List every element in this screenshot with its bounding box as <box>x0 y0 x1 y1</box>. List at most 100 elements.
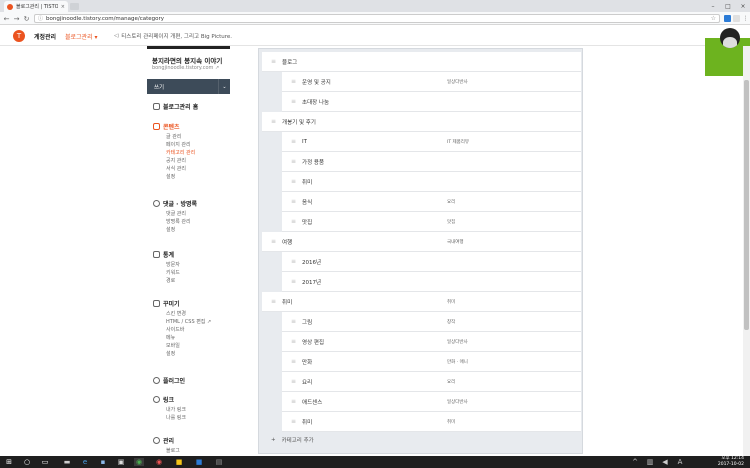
menu-icon[interactable]: ⋮ <box>741 14 750 23</box>
sidebar-item-contents-settings[interactable]: 설정 <box>166 173 175 180</box>
blog-name[interactable]: 봉지라면의 봉지속 이야기 <box>152 55 222 65</box>
subcategory-row[interactable]: ≡ 2016년 <box>282 252 581 272</box>
kakaotalk-icon[interactable]: ■ <box>174 458 184 466</box>
task-view-icon[interactable]: ▭ <box>40 458 50 466</box>
new-tab-button[interactable] <box>70 3 79 10</box>
sidebar-item-comment-manage[interactable]: 댓글 관리 <box>166 210 186 217</box>
subcategory-row[interactable]: ≡ 가정 용품 <box>282 152 581 172</box>
sidebar-item-blog[interactable]: 블로그 <box>166 447 180 454</box>
sidebar-item-page-manage[interactable]: 페이지 관리 <box>166 141 191 148</box>
sidebar-stats[interactable]: 통계 <box>153 250 174 259</box>
scrollbar-thumb[interactable] <box>744 80 749 330</box>
subcategory-row[interactable]: ≡ 맛집 맛집 <box>282 212 581 232</box>
sidebar-admin[interactable]: 관리 <box>153 436 174 445</box>
drag-handle-icon[interactable]: ≡ <box>291 158 296 165</box>
bookmark-star-icon[interactable]: ☆ <box>711 15 716 22</box>
drag-handle-icon[interactable]: ≡ <box>291 138 296 145</box>
subcategory-row[interactable]: ≡ 애드센스 일상다반사 <box>282 392 581 412</box>
drag-handle-icon[interactable]: ≡ <box>291 358 296 365</box>
sidebar-item-html-css[interactable]: HTML / CSS 편집 ↗ <box>166 318 211 325</box>
tab-close-icon[interactable]: × <box>61 4 68 10</box>
drag-handle-icon[interactable]: ≡ <box>271 298 276 305</box>
sidebar-item-comment-settings[interactable]: 설정 <box>166 226 175 233</box>
sidebar-item-menu[interactable]: 메뉴 <box>166 334 175 341</box>
avatar[interactable] <box>720 28 740 48</box>
browser-tab[interactable]: 블로그관리 | TISTORY × <box>4 1 68 12</box>
volume-icon[interactable]: ◀ <box>660 458 670 466</box>
drag-handle-icon[interactable]: ≡ <box>291 78 296 85</box>
store-icon[interactable]: ▪ <box>98 458 108 466</box>
sidebar-item-decorate-settings[interactable]: 설정 <box>166 350 175 357</box>
drag-handle-icon[interactable]: ≡ <box>291 378 296 385</box>
drag-handle-icon[interactable]: ≡ <box>271 58 276 65</box>
edge-icon[interactable]: e <box>80 458 90 466</box>
close-window-button[interactable]: × <box>736 0 750 12</box>
sidebar-item-skin[interactable]: 스킨 변경 <box>166 310 186 317</box>
clock[interactable]: 오후 12:14 2017-10-02 <box>710 456 744 468</box>
forward-icon[interactable]: → <box>12 14 21 23</box>
sidebar-item-sidebar[interactable]: 사이드바 <box>166 326 184 333</box>
drag-handle-icon[interactable]: ≡ <box>291 338 296 345</box>
maximize-button[interactable]: □ <box>721 0 735 12</box>
drag-handle-icon[interactable]: ≡ <box>291 418 296 425</box>
sidebar-item-notice-manage[interactable]: 공지 관리 <box>166 157 186 164</box>
drag-handle-icon[interactable]: ≡ <box>291 278 296 285</box>
drag-handle-icon[interactable]: ≡ <box>291 218 296 225</box>
drag-handle-icon[interactable]: ≡ <box>291 398 296 405</box>
subcategory-row[interactable]: ≡ 영상 편집 일상다반사 <box>282 332 581 352</box>
app-icon[interactable]: ◉ <box>154 458 164 466</box>
drag-handle-icon[interactable]: ≡ <box>271 238 276 245</box>
subcategory-row[interactable]: ≡ 음식 요리 <box>282 192 581 212</box>
drag-handle-icon[interactable]: ≡ <box>291 178 296 185</box>
url-input[interactable]: ⓘ bongjinoodle.tistory.com/manage/catego… <box>34 14 720 23</box>
drag-handle-icon[interactable]: ≡ <box>291 318 296 325</box>
sidebar-item-visitors[interactable]: 방문자 <box>166 261 180 268</box>
tray-icon[interactable]: ^ <box>630 458 640 466</box>
sidebar-item-guestbook-manage[interactable]: 방명록 관리 <box>166 218 191 225</box>
subcategory-row[interactable]: ≡ 요리 요리 <box>282 372 581 392</box>
sidebar-item-links-to-me[interactable]: 나를 링크 <box>166 414 186 421</box>
subcategory-row[interactable]: ≡ 초대장 나눔 <box>282 92 581 112</box>
add-category-button[interactable]: + 카테고리 추가 <box>262 430 581 450</box>
minimize-button[interactable]: – <box>706 0 720 12</box>
search-icon[interactable]: ○ <box>22 458 32 466</box>
subcategory-row[interactable]: ≡ 만화 만화 · 애니 <box>282 352 581 372</box>
sidebar-link[interactable]: 링크 <box>153 395 174 404</box>
sidebar-item-my-links[interactable]: 내가 링크 <box>166 406 186 413</box>
drag-handle-icon[interactable]: ≡ <box>291 198 296 205</box>
notice-banner[interactable]: ◁ 티스토리 관리페이지 개편, 그리고 Big Picture. <box>114 32 232 40</box>
sidebar-decorate[interactable]: 꾸미기 <box>153 299 180 308</box>
sidebar-item-template-manage[interactable]: 서식 관리 <box>166 165 186 172</box>
sidebar-item-post-manage[interactable]: 글 관리 <box>166 133 181 140</box>
blog-url[interactable]: bongjinoodle.tistory.com ↗ <box>152 65 219 71</box>
subcategory-row[interactable]: ≡ 운영 및 공지 일상다반사 <box>282 72 581 92</box>
sidebar-comments[interactable]: 댓글 · 방명록 <box>153 199 197 208</box>
reload-icon[interactable]: ↻ <box>22 14 31 23</box>
write-button[interactable]: 쓰기 ⌄ <box>147 79 230 94</box>
drag-handle-icon[interactable]: ≡ <box>271 118 276 125</box>
category-row[interactable]: ≡ 여행 국내여행 <box>262 232 581 252</box>
subcategory-row[interactable]: ≡ 2017년 <box>282 272 581 292</box>
write-dropdown-icon[interactable]: ⌄ <box>218 79 230 94</box>
network-icon[interactable]: ▥ <box>645 458 655 466</box>
sidebar-item-mobile[interactable]: 모바일 <box>166 342 180 349</box>
sidebar-plugin[interactable]: 플러그인 <box>153 376 185 385</box>
folder-icon[interactable]: ▬ <box>62 458 72 466</box>
subcategory-row[interactable]: ≡ 그림 창작 <box>282 312 581 332</box>
category-row[interactable]: ≡ 블로그 <box>262 52 581 72</box>
app-icon-2[interactable]: ▤ <box>214 458 224 466</box>
extension-icon[interactable] <box>724 15 731 22</box>
subcategory-row[interactable]: ≡ 취미 <box>282 172 581 192</box>
back-icon[interactable]: ← <box>2 14 11 23</box>
extension-icon-2[interactable] <box>733 15 740 22</box>
sidebar-item-keywords[interactable]: 키워드 <box>166 269 180 276</box>
windows-start-icon[interactable]: ⊞ <box>4 458 14 466</box>
chrome-icon[interactable]: ◉ <box>134 458 144 466</box>
drag-handle-icon[interactable]: ≡ <box>291 98 296 105</box>
language-icon[interactable]: A <box>675 458 685 466</box>
sidebar-home[interactable]: 블로그관리 홈 <box>153 102 198 111</box>
subcategory-row[interactable]: ≡ 취미 취미 <box>282 412 581 432</box>
tistory-logo-icon[interactable]: T <box>13 30 25 42</box>
subcategory-row[interactable]: ≡ IT IT 제품리뷰 <box>282 132 581 152</box>
category-row[interactable]: ≡ 취미 취미 <box>262 292 581 312</box>
